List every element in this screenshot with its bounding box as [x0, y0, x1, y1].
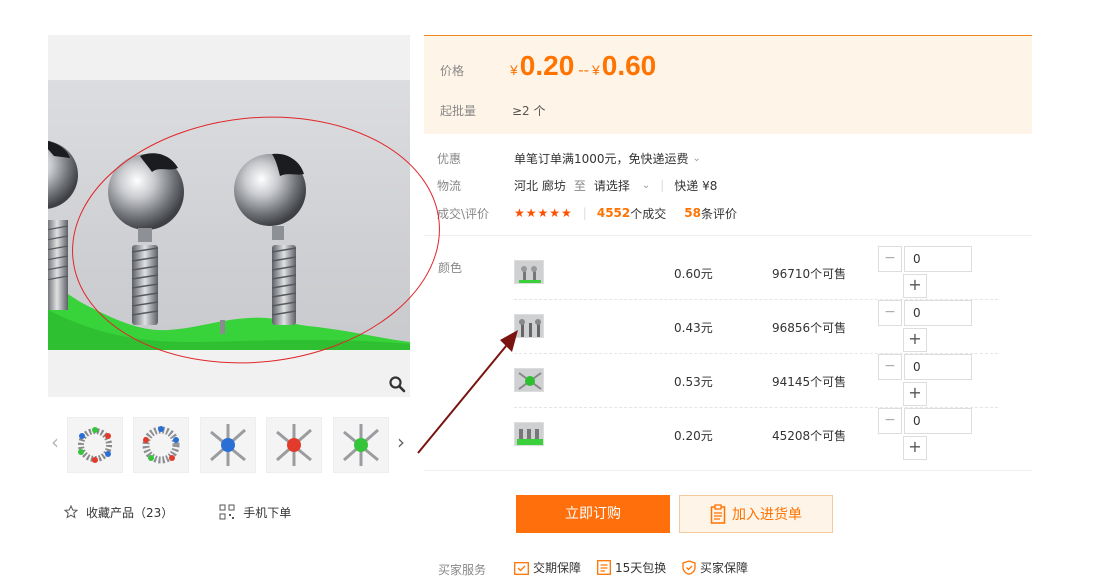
clipboard-icon: [710, 504, 726, 524]
thumbnail-5[interactable]: [333, 417, 389, 473]
deals-suffix: 个成交: [630, 206, 667, 221]
divider: |: [582, 206, 587, 220]
currency-symbol: ¥: [510, 62, 518, 78]
quantity-input[interactable]: 0: [904, 300, 972, 326]
rating-stars: ★★★★★: [514, 206, 573, 220]
quantity-minus-button[interactable]: −: [878, 408, 902, 434]
quantity-input[interactable]: 0: [904, 408, 972, 434]
sku-thumbnail[interactable]: [514, 368, 544, 392]
review-row: 成交\评价 ★★★★★ | 4552 个成交 58 条评价: [437, 204, 737, 222]
sku-stock: 96710个可售: [772, 267, 847, 281]
promo-row: 优惠 单笔订单满1000元，免快递运费 ⌄: [437, 149, 701, 167]
quantity-plus-button[interactable]: +: [903, 436, 927, 460]
color-label: 颜色: [438, 261, 463, 275]
service-delivery-label: 交期保障: [533, 561, 582, 575]
deals-count[interactable]: 4552: [597, 206, 630, 220]
promo-text[interactable]: 单笔订单满1000元，免快递运费: [514, 150, 689, 167]
review-label: 成交\评价: [437, 206, 490, 221]
shipping-row: 物流 河北 廊坊 至 请选择 ⌄ | 快递 ¥8: [437, 176, 717, 194]
sku-stock: 94145个可售: [772, 375, 847, 389]
chevron-down-icon[interactable]: ⌄: [693, 153, 701, 164]
reviews-suffix: 条评价: [700, 206, 737, 221]
shipping-origin: 河北 廊坊: [514, 178, 566, 193]
add-to-cart-button[interactable]: 加入进货单: [679, 495, 833, 533]
service-exchange[interactable]: 15天包换: [597, 559, 666, 576]
sku-stock: 96856个可售: [772, 321, 847, 335]
quantity-input[interactable]: 0: [904, 354, 972, 380]
star-icon: [64, 505, 78, 519]
sku-row: 0.53元 94145个可售 − 0 +: [514, 354, 998, 408]
sku-price: 0.20元: [674, 429, 713, 443]
mobile-order-button[interactable]: 手机下单: [219, 504, 291, 521]
price-high: 0.60: [601, 50, 657, 81]
quantity-minus-button[interactable]: −: [878, 354, 902, 380]
services-label: 买家服务: [438, 563, 487, 577]
product-photo: [48, 80, 410, 350]
price-range: ¥ 0.20 -- ¥ 0.60: [510, 50, 656, 82]
sku-price: 0.53元: [674, 375, 713, 389]
currency-symbol: ¥: [591, 62, 600, 78]
price-separator: --: [578, 62, 589, 79]
chevron-down-icon[interactable]: ⌄: [642, 180, 650, 191]
sku-thumbnail[interactable]: [514, 314, 544, 338]
sku-row: 0.20元 45208个可售 − 0 +: [514, 408, 998, 462]
shipping-to: 至: [573, 178, 586, 193]
qrcode-icon: [219, 504, 235, 520]
divider: |: [660, 178, 665, 192]
price-panel: 价格 ¥ 0.20 -- ¥ 0.60 起批量 ≥2 个: [424, 35, 1032, 134]
main-product-image[interactable]: [48, 35, 410, 397]
moq-label: 起批量: [440, 104, 477, 118]
service-exchange-label: 15天包换: [615, 561, 667, 575]
quantity-plus-button[interactable]: +: [903, 382, 927, 406]
price-label: 价格: [440, 64, 465, 78]
product-photo-drawing: [48, 140, 410, 350]
quantity-minus-button[interactable]: −: [878, 300, 902, 326]
quantity-input[interactable]: 0: [904, 246, 972, 272]
shield-icon: [682, 560, 696, 575]
add-to-cart-label: 加入进货单: [732, 507, 802, 523]
thumbnail-strip: ‹ ›: [48, 414, 410, 474]
service-guarantee-label: 买家保障: [700, 561, 749, 575]
annotation-arrow: [417, 339, 512, 454]
express-fee: 快递 ¥8: [674, 178, 718, 193]
thumbnail-1[interactable]: [67, 417, 123, 473]
thumbnail-3[interactable]: [200, 417, 256, 473]
service-delivery[interactable]: 交期保障: [514, 559, 581, 576]
sku-row: 0.60元 96710个可售 − 0 +: [514, 246, 998, 300]
favorite-label: 收藏产品（23）: [86, 505, 174, 520]
quantity-plus-button[interactable]: +: [903, 328, 927, 352]
sku-stock: 45208个可售: [772, 429, 847, 443]
sku-thumbnail[interactable]: [514, 260, 544, 284]
favorite-button[interactable]: 收藏产品（23）: [64, 504, 173, 521]
chevron-right-icon[interactable]: ›: [394, 430, 408, 454]
divider: [424, 470, 1032, 471]
moq-value: ≥2 个: [512, 104, 546, 118]
shipping-label: 物流: [437, 178, 462, 193]
sku-row: 0.43元 96856个可售 − 0 +: [514, 300, 998, 354]
price-low: 0.20: [519, 50, 575, 81]
thumbnail-2[interactable]: [133, 417, 189, 473]
calendar-icon: [514, 561, 529, 575]
favorite-row: 收藏产品（23） 手机下单: [64, 503, 291, 521]
sku-price: 0.43元: [674, 321, 713, 335]
destination-select[interactable]: 请选择: [594, 177, 630, 194]
thumbnail-4[interactable]: [266, 417, 322, 473]
chevron-left-icon[interactable]: ‹: [48, 430, 62, 454]
sku-price: 0.60元: [674, 267, 713, 281]
document-icon: [597, 560, 611, 575]
quantity-minus-button[interactable]: −: [878, 246, 902, 272]
search-icon[interactable]: [388, 375, 406, 393]
promo-label: 优惠: [437, 151, 462, 166]
reviews-count[interactable]: 58: [684, 206, 701, 220]
service-guarantee[interactable]: 买家保障: [682, 559, 748, 576]
divider: [424, 235, 1032, 236]
mobile-order-label: 手机下单: [243, 505, 292, 520]
quantity-plus-button[interactable]: +: [903, 274, 927, 298]
buy-now-button[interactable]: 立即订购: [516, 495, 670, 533]
sku-thumbnail[interactable]: [514, 422, 544, 446]
